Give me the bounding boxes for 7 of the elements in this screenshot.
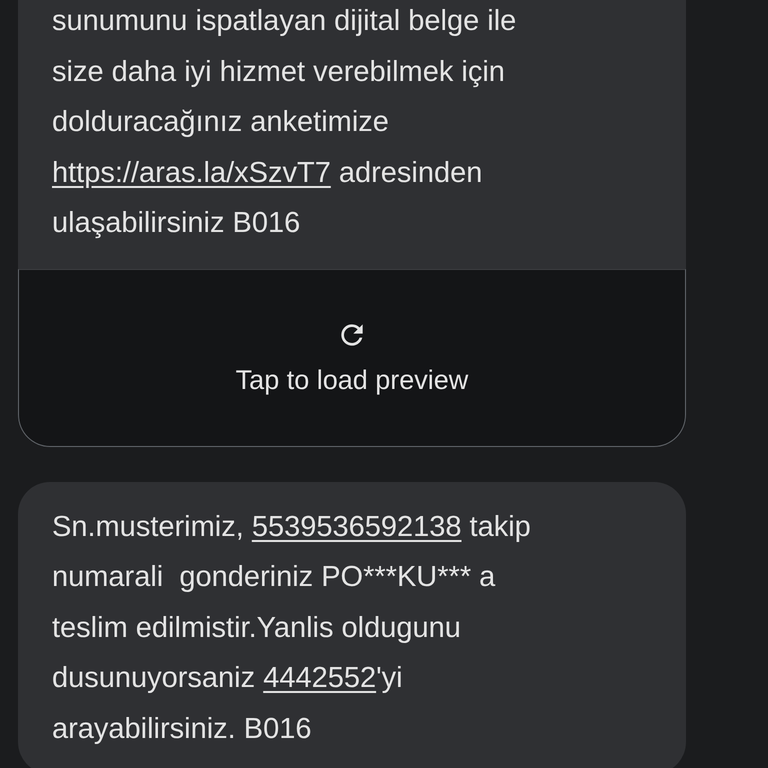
message-link[interactable]: 5539536592138 [252, 510, 462, 542]
message-text: sunumunu ispatlayan dijital belge ile size daha iyi hizmet verebilmek için dolduracağınız anketimize https://aras.la/xSzvT7 adresinden ulaşabilirsiniz B016 [51, 4, 518, 241]
link-preview[interactable]: Tap to load preview [18, 268, 686, 446]
message-link[interactable]: https://aras.la/xSzvT7 [52, 156, 331, 188]
message-link[interactable]: 4442552 [263, 662, 376, 694]
message-text: Sn.musterimiz, 5539536592138 takip numarali gonderiniz PO***KU*** a teslim edilmistir.Yanlis oldugunu dusunuyorsaniz 4442552'yi arayabilirsiniz. B016 [51, 510, 532, 746]
preview-label: Tap to load preview [236, 365, 468, 396]
